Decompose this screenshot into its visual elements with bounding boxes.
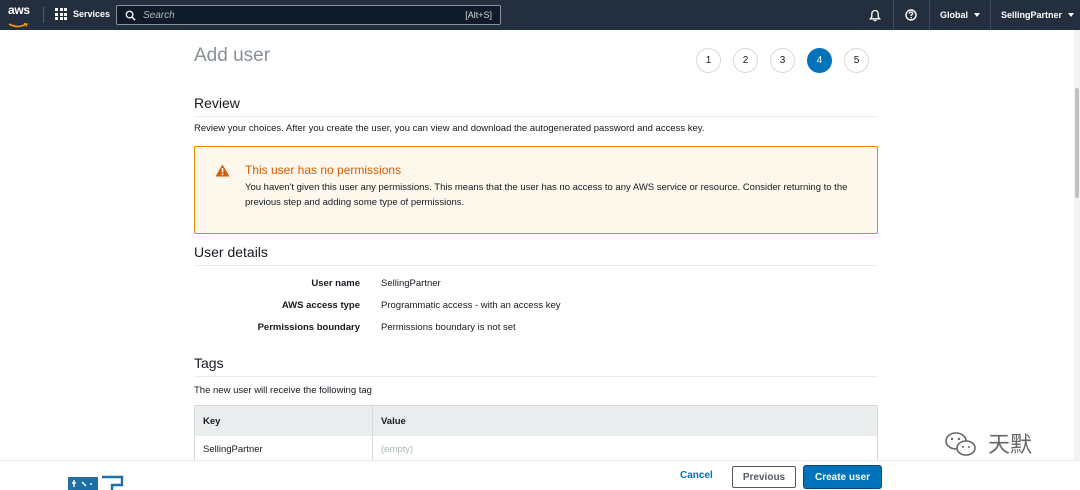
no-permissions-warning: This user has no permissions You haven't… xyxy=(194,146,878,234)
tags-table: Key Value SellingPartner (empty) xyxy=(194,405,878,463)
step-3[interactable]: 3 xyxy=(770,48,795,73)
services-menu-button[interactable]: Services xyxy=(55,8,110,20)
services-label: Services xyxy=(73,9,111,19)
user-details-list: User name SellingPartner AWS access type… xyxy=(194,272,878,338)
nav-divider xyxy=(43,7,44,23)
wechat-icon xyxy=(945,432,976,456)
watermark-text: 天默 xyxy=(988,433,1032,458)
search-input[interactable] xyxy=(143,8,443,23)
corner-logo-icon xyxy=(68,475,124,490)
warning-body: You haven't given this user any permissi… xyxy=(245,182,848,208)
table-header: Key Value xyxy=(195,406,877,436)
aws-logo[interactable]: aws xyxy=(8,3,34,28)
tags-description: The new user will receive the following … xyxy=(194,385,372,396)
search-box[interactable]: [Alt+S] xyxy=(116,5,501,25)
column-header-value[interactable]: Value xyxy=(373,406,406,436)
page-scrollbar[interactable] xyxy=(1074,30,1080,460)
create-user-button[interactable]: Create user xyxy=(804,466,881,488)
account-menu[interactable]: SellingPartner xyxy=(991,0,1080,30)
region-label: Global xyxy=(939,10,968,20)
region-selector[interactable]: Global xyxy=(930,0,991,30)
account-label: SellingPartner xyxy=(1000,10,1062,20)
tag-key-cell: SellingPartner xyxy=(195,436,373,462)
scrollbar-thumb[interactable] xyxy=(1075,88,1079,198)
caret-down-icon xyxy=(1068,13,1074,17)
review-description: Review your choices. After you create th… xyxy=(194,123,705,134)
column-header-key[interactable]: Key xyxy=(195,406,373,436)
detail-value: Programmatic access - with an access key xyxy=(381,299,561,311)
cancel-button[interactable]: Cancel xyxy=(672,468,721,483)
tags-heading: Tags xyxy=(194,355,224,371)
detail-row: AWS access type Programmatic access - wi… xyxy=(194,294,878,316)
divider xyxy=(194,265,878,266)
search-icon xyxy=(125,10,136,21)
help-icon xyxy=(905,9,918,21)
caret-down-icon xyxy=(973,13,980,17)
divider xyxy=(194,376,878,377)
table-row: SellingPartner (empty) xyxy=(195,436,877,462)
step-1[interactable]: 1 xyxy=(696,48,721,73)
step-2[interactable]: 2 xyxy=(733,48,758,73)
step-4-current[interactable]: 4 xyxy=(807,48,832,73)
grid-icon xyxy=(55,8,67,20)
watermark: 天默 xyxy=(945,432,1032,458)
detail-key: User name xyxy=(311,277,360,289)
warning-icon xyxy=(215,164,230,177)
page-title: Add user xyxy=(194,45,271,66)
review-heading: Review xyxy=(194,95,240,111)
step-5[interactable]: 5 xyxy=(844,48,869,73)
detail-value: SellingPartner xyxy=(381,277,441,289)
detail-key: AWS access type xyxy=(281,299,360,311)
wizard-footer: Cancel Previous Create user xyxy=(0,460,1080,490)
search-shortcut-hint: [Alt+S] xyxy=(465,10,492,20)
divider xyxy=(194,116,878,117)
detail-value: Permissions boundary is not set xyxy=(381,321,516,333)
wizard-steps: 1 2 3 4 5 xyxy=(696,48,869,73)
aws-smile-icon xyxy=(8,22,28,28)
notifications-button[interactable] xyxy=(858,0,894,30)
aws-logo-text: aws xyxy=(8,3,30,17)
help-button[interactable] xyxy=(894,0,930,30)
bell-icon xyxy=(869,9,882,21)
user-details-heading: User details xyxy=(194,244,268,260)
tag-value-cell: (empty) xyxy=(381,443,414,455)
detail-row: User name SellingPartner xyxy=(194,272,878,294)
detail-row: Permissions boundary Permissions boundar… xyxy=(194,316,878,338)
warning-title: This user has no permissions xyxy=(245,163,402,177)
detail-key: Permissions boundary xyxy=(257,321,360,333)
nav-right-group: Global SellingPartner xyxy=(858,0,1080,30)
top-navigation-bar: aws Services [Alt+S] xyxy=(0,0,1080,30)
previous-button[interactable]: Previous xyxy=(732,466,796,488)
